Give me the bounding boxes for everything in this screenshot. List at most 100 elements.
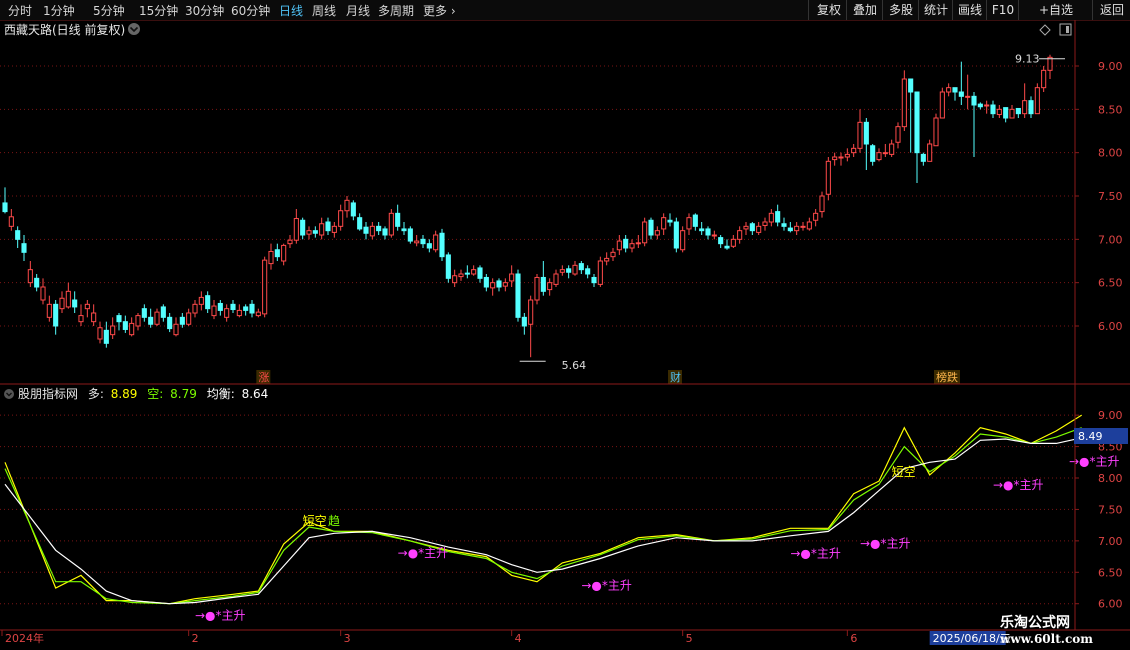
signal-label: →●*主升 <box>398 546 449 560</box>
indicator-title: 股朋指标网 <box>18 386 78 401</box>
candle-up <box>65 290 71 308</box>
timeframe-15min[interactable]: 15分钟 <box>139 2 178 19</box>
candle-up <box>458 273 464 278</box>
f10-button[interactable]: F10 <box>986 0 1019 20</box>
back-button[interactable]: 返回 <box>1092 0 1130 20</box>
candle-up <box>743 225 749 230</box>
x-tick-label: 2024年 <box>5 631 44 645</box>
candle-down <box>2 202 8 213</box>
timeframe-60min[interactable]: 60分钟 <box>231 2 270 19</box>
candle-up <box>1009 108 1015 119</box>
chart-area: 9.13 5.64 涨 财 榜跌 →●*主升 →●*主升 →●*主升 →●*主升 →●*主升 →●*… <box>0 20 1130 645</box>
candle-up <box>97 327 103 340</box>
candle-up <box>756 225 762 233</box>
draw-line-button[interactable]: 画线 <box>952 0 987 20</box>
candle-up <box>813 212 819 221</box>
candle-up <box>882 152 888 155</box>
candle-down <box>363 226 369 234</box>
candle-down <box>357 217 363 230</box>
candle-up <box>819 195 825 213</box>
candle-down <box>230 303 236 311</box>
timeframe-1min[interactable]: 1分钟 <box>43 2 75 19</box>
candle-down <box>15 230 21 240</box>
candle-up <box>946 87 952 93</box>
chevron-right-icon: › <box>447 4 456 18</box>
candle-up <box>730 238 736 247</box>
current-value: 8.49 <box>1078 430 1103 443</box>
timeframe-fenshi[interactable]: 分时 <box>8 2 32 19</box>
candle-up <box>737 230 743 240</box>
candle-up <box>635 242 641 245</box>
timeframe-more[interactable]: 更多 › <box>423 2 456 19</box>
candle-up <box>927 143 933 162</box>
timeframe-30min[interactable]: 30分钟 <box>185 2 224 19</box>
timeframe-multi[interactable]: 多周期 <box>378 2 414 19</box>
candle-down <box>395 212 401 227</box>
panel-toggle-icon[interactable] <box>1059 23 1072 36</box>
candle-down <box>496 280 502 288</box>
watermark-url: www.60lt.com <box>1000 632 1093 646</box>
candle-down <box>667 219 673 223</box>
candle-down <box>312 230 318 234</box>
signal-label: →●*主升 <box>790 546 841 560</box>
candle-down <box>648 219 654 236</box>
candle-up <box>604 257 610 262</box>
overlay-button[interactable]: 叠加 <box>846 0 883 20</box>
candle-up <box>490 282 496 289</box>
candle-up <box>825 160 831 195</box>
candle-down <box>116 315 122 323</box>
candle-up <box>642 221 648 244</box>
multi-stock-button[interactable]: 多股 <box>882 0 919 20</box>
signal-label: →●*主升 <box>993 478 1044 492</box>
event-marker[interactable]: 涨 <box>258 371 269 384</box>
candle-down <box>217 302 223 311</box>
candle-down <box>274 249 280 258</box>
candle-up <box>901 78 907 128</box>
more-label: 更多 <box>423 4 448 18</box>
event-marker[interactable]: 财 <box>670 370 681 384</box>
timeframe-monthly[interactable]: 月线 <box>346 2 370 19</box>
candle-down <box>445 254 451 279</box>
candle-up <box>281 244 287 262</box>
watermark-title: 乐淘公式网 <box>1000 615 1070 631</box>
candle-down <box>914 91 920 154</box>
candle-up <box>1034 87 1040 115</box>
x-tick-label: 6 <box>850 632 857 645</box>
main-title-dropdown-icon[interactable] <box>128 23 140 35</box>
candle-down <box>990 104 996 115</box>
trend-label: 短空 <box>303 514 327 528</box>
candle-down <box>540 276 546 292</box>
candle-down <box>952 87 958 93</box>
indicator-dropdown-icon[interactable] <box>4 389 14 399</box>
candle-down <box>141 308 147 318</box>
candle-down <box>205 295 211 310</box>
signal-label: →●*主升 <box>581 579 632 593</box>
timeframe-5min[interactable]: 5分钟 <box>93 2 125 19</box>
duo-value: 8.89 <box>111 387 138 401</box>
stats-button[interactable]: 统计 <box>918 0 953 20</box>
candle-down <box>420 238 426 245</box>
event-marker[interactable]: 榜跌 <box>936 370 958 384</box>
candle-up <box>794 225 800 232</box>
candle-up <box>895 126 901 143</box>
candle-down <box>483 276 489 288</box>
timeframe-weekly[interactable]: 周线 <box>312 2 336 19</box>
candle-down <box>1028 100 1034 115</box>
diamond-icon[interactable] <box>1039 24 1051 36</box>
timeframe-daily[interactable]: 日线 <box>279 2 303 19</box>
candle-up <box>680 230 686 251</box>
candle-down <box>566 268 572 273</box>
fuquan-button[interactable]: 复权 <box>808 0 849 20</box>
candle-up <box>262 259 268 315</box>
candle-up <box>939 91 945 119</box>
candle-down <box>705 228 711 236</box>
add-watchlist-button[interactable]: +自选 <box>1018 0 1093 20</box>
candle-down <box>179 316 185 325</box>
candle-down <box>1003 107 1009 119</box>
signal-label: →●*主升 <box>1069 455 1120 469</box>
candle-down <box>350 202 356 217</box>
panel-toggle-inner-icon <box>1066 26 1069 33</box>
y-tick-label: 6.00 <box>1098 598 1123 611</box>
candle-down <box>34 277 40 288</box>
candle-down <box>977 103 983 108</box>
